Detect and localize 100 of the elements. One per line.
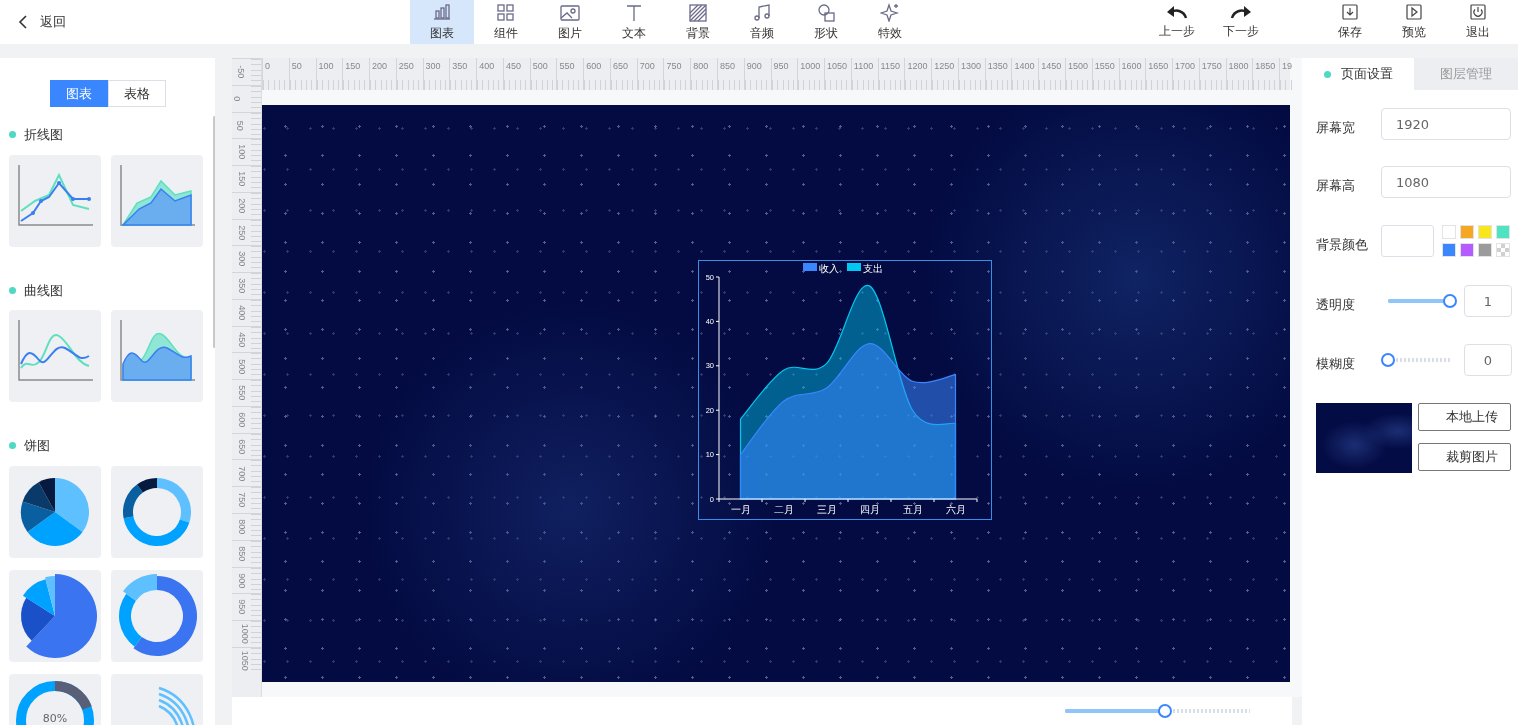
back-button[interactable]: 返回 xyxy=(0,0,410,44)
area-chart-template[interactable] xyxy=(111,154,203,247)
rose-pie-template[interactable] xyxy=(9,569,101,662)
slider-handle[interactable] xyxy=(1381,353,1395,367)
curve-chart-template[interactable] xyxy=(9,310,101,402)
pie-chart-template[interactable] xyxy=(9,465,101,558)
panel-tab[interactable]: 表格 xyxy=(107,80,166,107)
donut-chart-template[interactable] xyxy=(111,465,203,558)
ruler-label: 1150 xyxy=(880,61,900,71)
bullet-dot-icon xyxy=(9,286,16,294)
color-swatch[interactable] xyxy=(1442,225,1456,239)
ruler-label: 900 xyxy=(236,572,249,588)
ruler-label: 300 xyxy=(425,61,441,71)
slider-handle[interactable] xyxy=(1443,294,1457,308)
ruler-label: 0 xyxy=(265,61,270,71)
ruler-label: 850 xyxy=(236,546,249,562)
field-label: 屏幕宽 xyxy=(1316,119,1356,138)
section-title: 折线图 xyxy=(24,126,63,144)
ruler-label: 1100 xyxy=(853,61,874,71)
line-chart-template[interactable] xyxy=(9,154,101,247)
download-icon xyxy=(1341,3,1359,21)
ruler-label: 1500 xyxy=(1067,61,1088,71)
slider-handle[interactable] xyxy=(1157,704,1172,718)
curve-area-template[interactable] xyxy=(111,310,203,402)
ruler-label: 100 xyxy=(318,61,334,71)
ruler-label: 1800 xyxy=(1228,61,1249,71)
ruler-label: 450 xyxy=(505,61,521,71)
ruler-label: 350 xyxy=(236,278,249,294)
axis-tick-label: 三月 xyxy=(816,504,837,515)
undo-arrow-icon xyxy=(1166,4,1188,20)
shapes-icon xyxy=(816,2,836,22)
ruler-label: 0 xyxy=(232,96,244,102)
ruler-label: 1600 xyxy=(1121,61,1142,71)
ruler-label: 600 xyxy=(586,61,602,71)
ruler-label: 50 xyxy=(291,61,302,71)
ruler-label: -50 xyxy=(235,65,248,79)
legend-swatch[interactable] xyxy=(847,263,861,271)
ruler-label: 1250 xyxy=(934,61,955,71)
power-icon xyxy=(1469,3,1487,21)
legend-label[interactable]: 收入 xyxy=(819,262,839,274)
color-swatch[interactable] xyxy=(1478,243,1492,257)
color-swatch[interactable] xyxy=(1496,243,1510,257)
ruler-label: 1850 xyxy=(1255,61,1276,71)
ruler-label: 850 xyxy=(720,61,736,71)
hatched-square-icon xyxy=(688,2,708,22)
ruler-label: 1300 xyxy=(960,61,981,71)
ruler-label: 1000 xyxy=(238,623,251,644)
ruler-label: 350 xyxy=(452,61,468,71)
pie-chart-drawing xyxy=(21,477,89,546)
music-note-icon xyxy=(752,2,772,22)
sparkle-icon xyxy=(880,2,900,22)
gauge-value-label: 80% xyxy=(41,710,69,725)
rose-donut-template[interactable] xyxy=(111,569,203,662)
color-swatch[interactable] xyxy=(1460,225,1474,239)
crop-button[interactable]: 裁剪图片 xyxy=(1418,443,1511,471)
ruler-label: 150 xyxy=(236,171,249,187)
color-swatch[interactable] xyxy=(1496,225,1510,239)
color-swatch[interactable] xyxy=(1478,225,1492,239)
color-swatch[interactable] xyxy=(1442,243,1456,257)
ruler-label: 800 xyxy=(236,519,249,535)
blur-input[interactable]: 0 xyxy=(1464,344,1512,376)
ruler-label: 550 xyxy=(559,61,575,71)
ruler-label: 950 xyxy=(773,61,789,71)
screen-width-field[interactable]: 1920 xyxy=(1381,108,1511,140)
screen-height-field[interactable]: 1080 xyxy=(1381,166,1511,198)
ruler-label: 100 xyxy=(236,144,249,160)
legend-label[interactable]: 支出 xyxy=(863,262,883,274)
ruler-label: 1700 xyxy=(1175,61,1196,71)
ruler-label: 250 xyxy=(236,224,249,240)
opacity-input[interactable]: 1 xyxy=(1464,285,1512,317)
ruler-label: 550 xyxy=(236,385,249,401)
axis-tick-label: 二月 xyxy=(773,504,794,515)
field-label: 屏幕高 xyxy=(1316,177,1356,196)
ruler-label: 200 xyxy=(236,198,249,214)
ruler-label: 500 xyxy=(236,358,249,374)
field-label: 模糊度 xyxy=(1316,355,1356,374)
ruler-label: 500 xyxy=(532,61,548,71)
donut-chart-drawing xyxy=(123,477,191,546)
ruler-label: 1400 xyxy=(1014,61,1035,71)
ruler-label: 1750 xyxy=(1201,61,1222,71)
image-icon xyxy=(560,2,580,22)
ruler-label: 650 xyxy=(236,439,249,455)
ruler-label: 200 xyxy=(372,61,388,71)
legend-swatch[interactable] xyxy=(803,263,817,271)
color-swatch[interactable] xyxy=(1460,243,1474,257)
axis-tick-label: 五月 xyxy=(902,504,923,515)
toolbar-tab[interactable]: 图表 xyxy=(410,0,474,44)
ruler-label: 1650 xyxy=(1148,61,1169,71)
ruler-label: 900 xyxy=(746,61,762,71)
field-label: 背景颜色 xyxy=(1316,236,1369,255)
upload-button[interactable]: 本地上传 xyxy=(1418,403,1511,431)
ruler-label: 650 xyxy=(612,61,628,71)
ruler-label: 1050 xyxy=(238,650,251,671)
grid-icon xyxy=(496,2,516,22)
axis-tick-label: 一月 xyxy=(730,504,751,515)
section-title: 饼图 xyxy=(24,437,50,455)
gauge-template[interactable]: 80% xyxy=(9,673,101,725)
axis-tick-label: 六月 xyxy=(945,504,966,515)
color-picker-field[interactable] xyxy=(1381,225,1434,257)
redo-arrow-icon xyxy=(1230,4,1252,20)
